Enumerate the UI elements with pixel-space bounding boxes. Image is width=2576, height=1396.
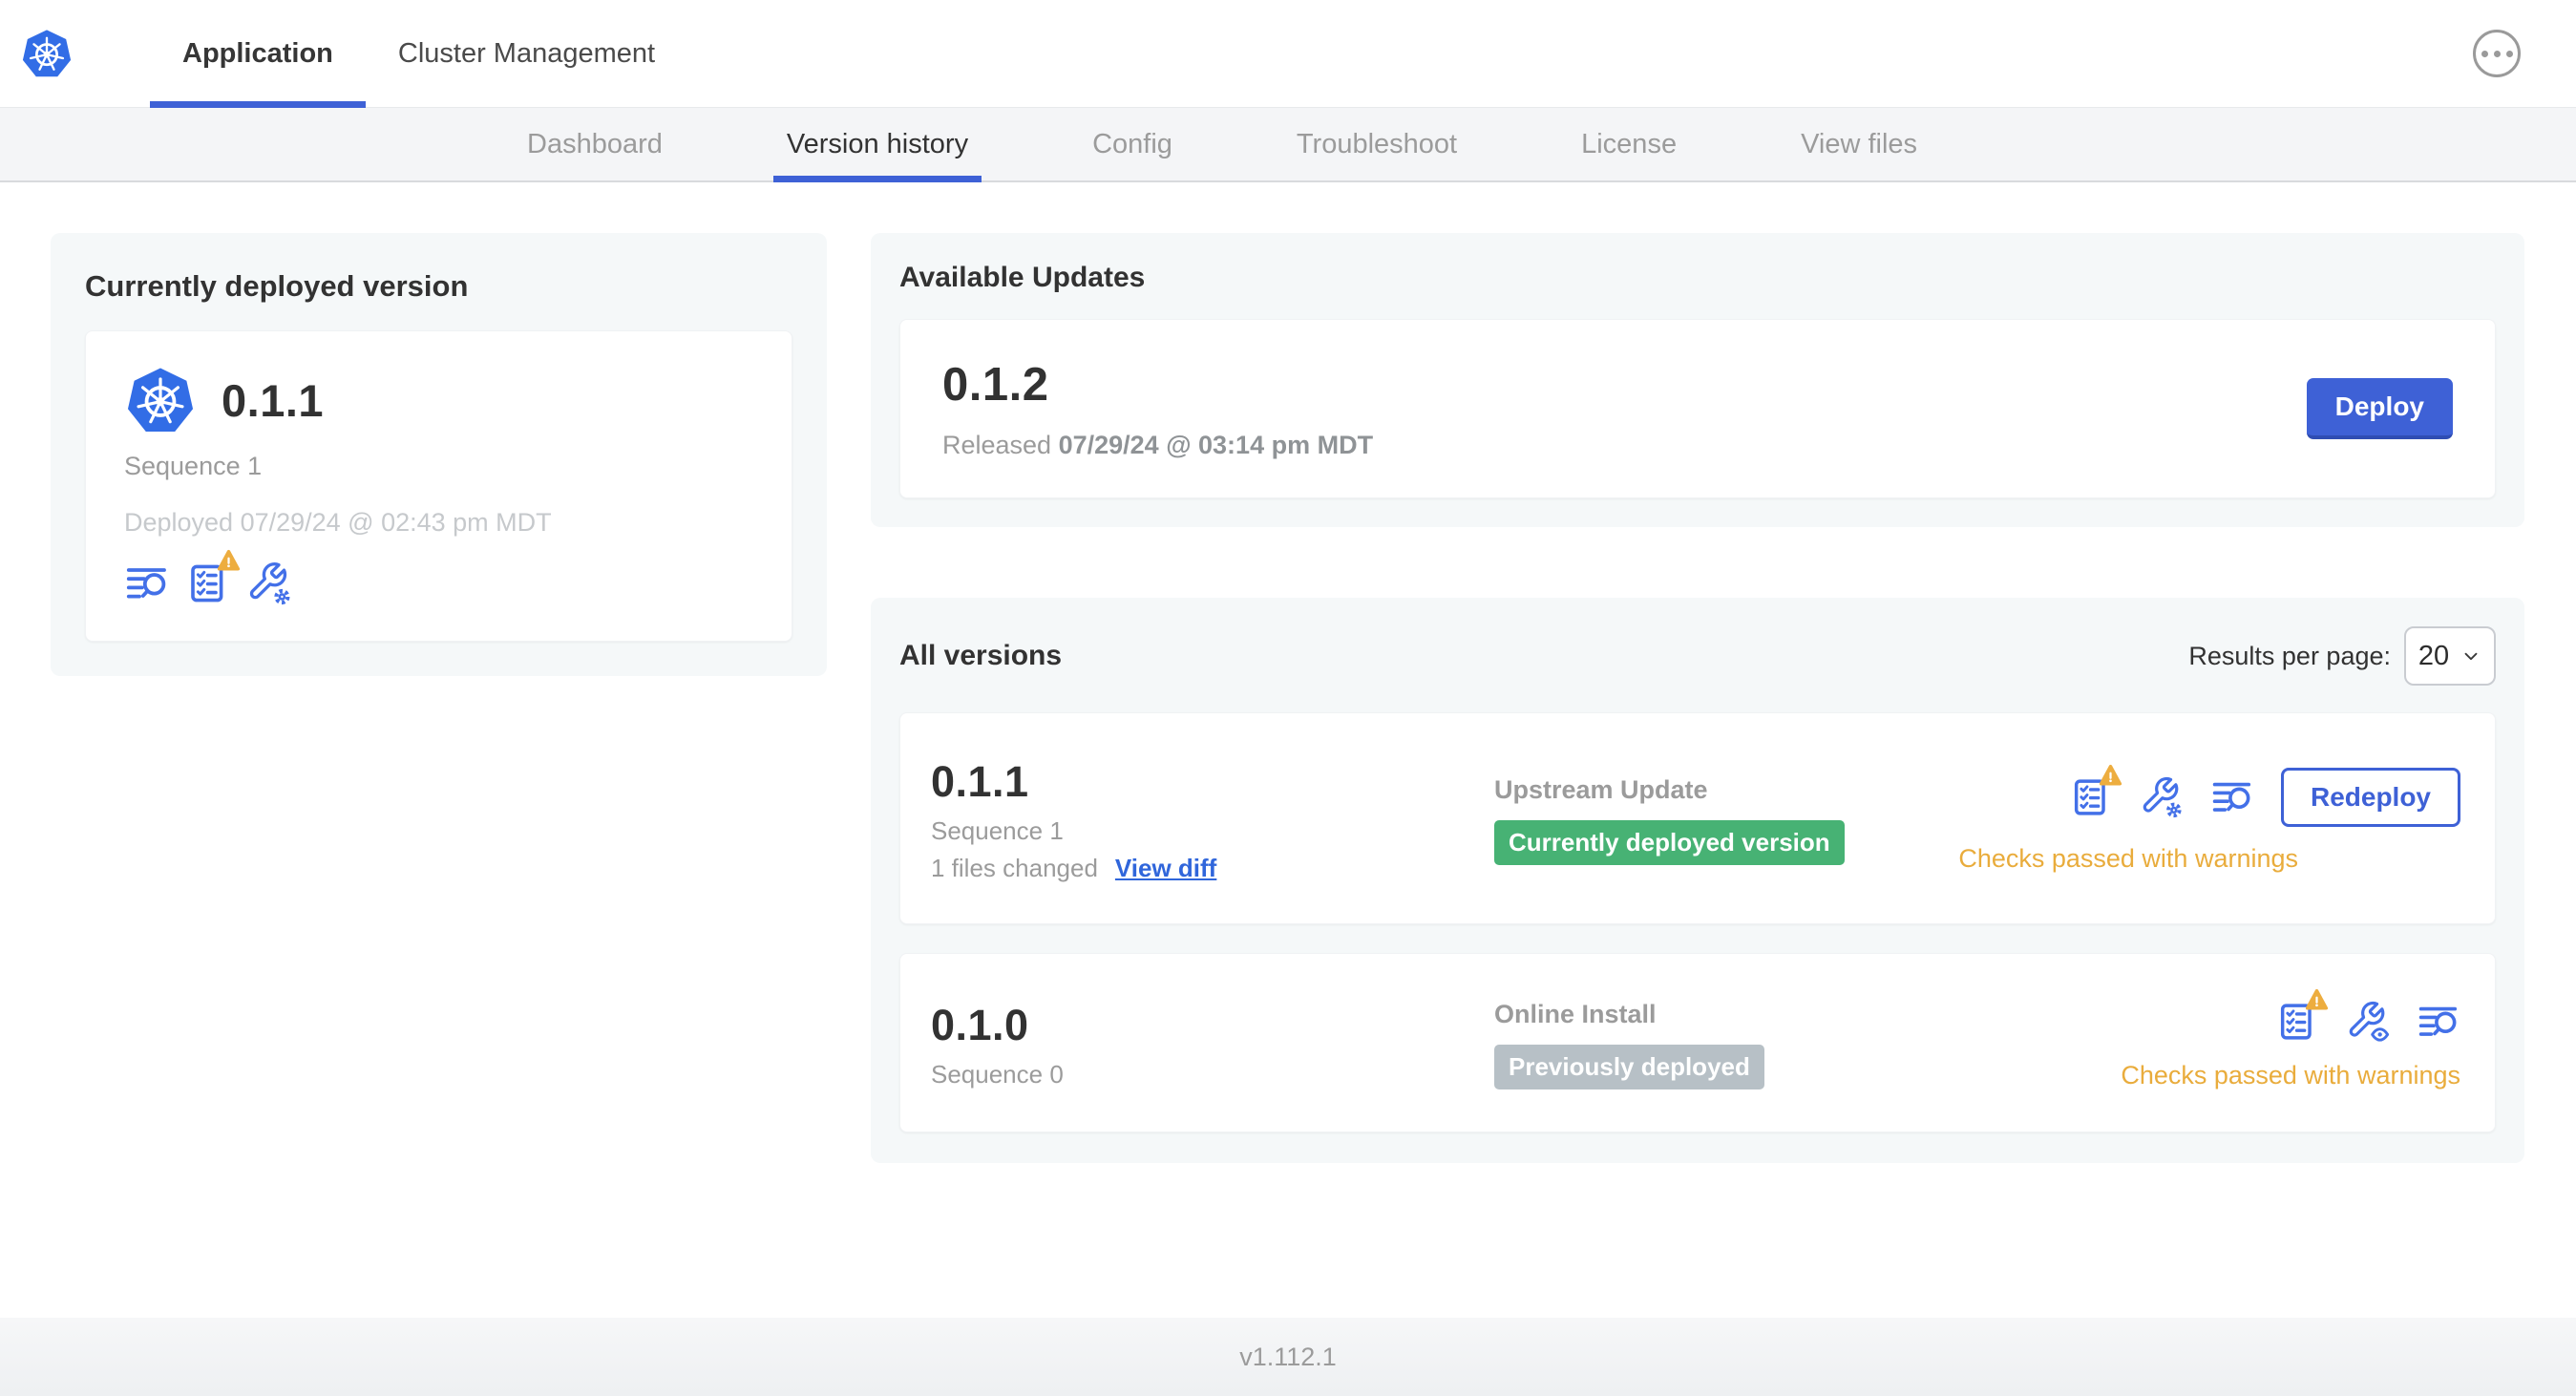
row-version-number: 0.1.0 (931, 1000, 1029, 1049)
current-version-number: 0.1.1 (222, 374, 325, 426)
kubernetes-app-icon (124, 364, 197, 436)
subnav-item-license[interactable]: License (1581, 108, 1677, 180)
checklist-warning-icon[interactable] (185, 561, 231, 606)
deploy-button[interactable]: Deploy (2306, 378, 2453, 439)
kubernetes-logo-icon (20, 27, 74, 80)
update-version-number: 0.1.2 (942, 358, 1049, 411)
available-updates-title: Available Updates (899, 262, 1146, 293)
wrench-gear-icon[interactable] (2140, 775, 2184, 819)
app-footer: v1.112.1 (0, 1318, 2576, 1396)
current-version-card: 0.1.1 Sequence 1 Deployed 07/29/24 @ 02:… (85, 330, 792, 642)
subnav-item-version-history[interactable]: Version history (772, 108, 982, 182)
tab-application-label: Application (182, 37, 333, 69)
row-source-label: Online Install (1494, 999, 1657, 1028)
checklist-warning-icon[interactable] (2275, 1000, 2319, 1044)
preflight-status-text: Checks passed with warnings (2121, 1060, 2460, 1089)
row-sequence: Sequence 1 (931, 816, 1064, 845)
console-version: v1.112.1 (1239, 1342, 1337, 1371)
wrench-eye-icon[interactable] (2346, 1000, 2390, 1044)
current-version-panel: Currently deployed version 0.1.1 Sequenc… (51, 233, 827, 676)
top-tabs: Application Cluster Management (150, 0, 687, 108)
chevron-down-icon (2460, 645, 2481, 666)
version-row-0.1.0: 0.1.0 Sequence 0 Online Install Previous… (899, 953, 2496, 1132)
available-update-card: 0.1.2 Released 07/29/24 @ 03:14 pm MDT D… (899, 319, 2496, 498)
deployed-status-badge: Previously deployed (1494, 1044, 1764, 1090)
tab-application[interactable]: Application (150, 0, 366, 108)
results-per-page-select[interactable]: 20 (2404, 626, 2496, 686)
update-released-line: Released 07/29/24 @ 03:14 pm MDT (942, 430, 1374, 459)
view-diff-link[interactable]: View diff (1115, 854, 1216, 883)
available-updates-panel: Available Updates 0.1.2 Released 07/29/2… (871, 233, 2524, 527)
subnav-item-config[interactable]: Config (1092, 108, 1172, 180)
warning-triangle-icon (216, 548, 242, 574)
tab-cluster-management-label: Cluster Management (397, 37, 656, 69)
row-files-changed: 1 files changed (931, 854, 1098, 882)
text-search-icon[interactable] (2210, 775, 2254, 819)
redeploy-button[interactable]: Redeploy (2280, 767, 2460, 827)
current-version-deployed-date: Deployed 07/29/24 @ 02:43 pm MDT (124, 508, 552, 537)
current-version-sequence: Sequence 1 (124, 452, 263, 480)
preflight-status-text: Checks passed with warnings (1958, 843, 2298, 873)
row-sequence: Sequence 0 (931, 1059, 1064, 1089)
subnav-item-troubleshoot[interactable]: Troubleshoot (1297, 108, 1457, 180)
more-options-button[interactable] (2473, 30, 2521, 77)
update-released-date: 07/29/24 @ 03:14 pm MDT (1058, 430, 1374, 459)
results-per-page: Results per page: 20 (2188, 626, 2496, 686)
current-version-title: Currently deployed version (85, 269, 469, 303)
app-subnav: Dashboard Version history Config Trouble… (0, 108, 2576, 182)
text-search-icon[interactable] (124, 561, 170, 606)
row-version-number: 0.1.1 (931, 757, 1029, 806)
warning-triangle-icon (2098, 763, 2123, 789)
wrench-gear-icon[interactable] (246, 561, 292, 606)
checklist-warning-icon[interactable] (2069, 775, 2113, 819)
right-column: Available Updates 0.1.2 Released 07/29/2… (871, 233, 2524, 1163)
results-per-page-label: Results per page: (2188, 641, 2391, 670)
deployed-status-badge: Currently deployed version (1494, 819, 1845, 866)
ellipsis-icon (2481, 50, 2488, 57)
tab-cluster-management[interactable]: Cluster Management (366, 0, 687, 107)
text-search-icon[interactable] (2417, 1000, 2460, 1044)
all-versions-title: All versions (899, 640, 1063, 671)
app-header: Application Cluster Management (0, 0, 2576, 108)
warning-triangle-icon (2304, 987, 2330, 1013)
all-versions-panel: All versions Results per page: 20 0.1.1 … (871, 598, 2524, 1163)
row-source-label: Upstream Update (1494, 774, 1708, 804)
version-row-0.1.1: 0.1.1 Sequence 1 1 files changed View di… (899, 712, 2496, 924)
subnav-item-view-files[interactable]: View files (1801, 108, 1917, 180)
main-content: Currently deployed version 0.1.1 Sequenc… (0, 182, 2576, 1318)
subnav-item-dashboard[interactable]: Dashboard (527, 108, 663, 180)
